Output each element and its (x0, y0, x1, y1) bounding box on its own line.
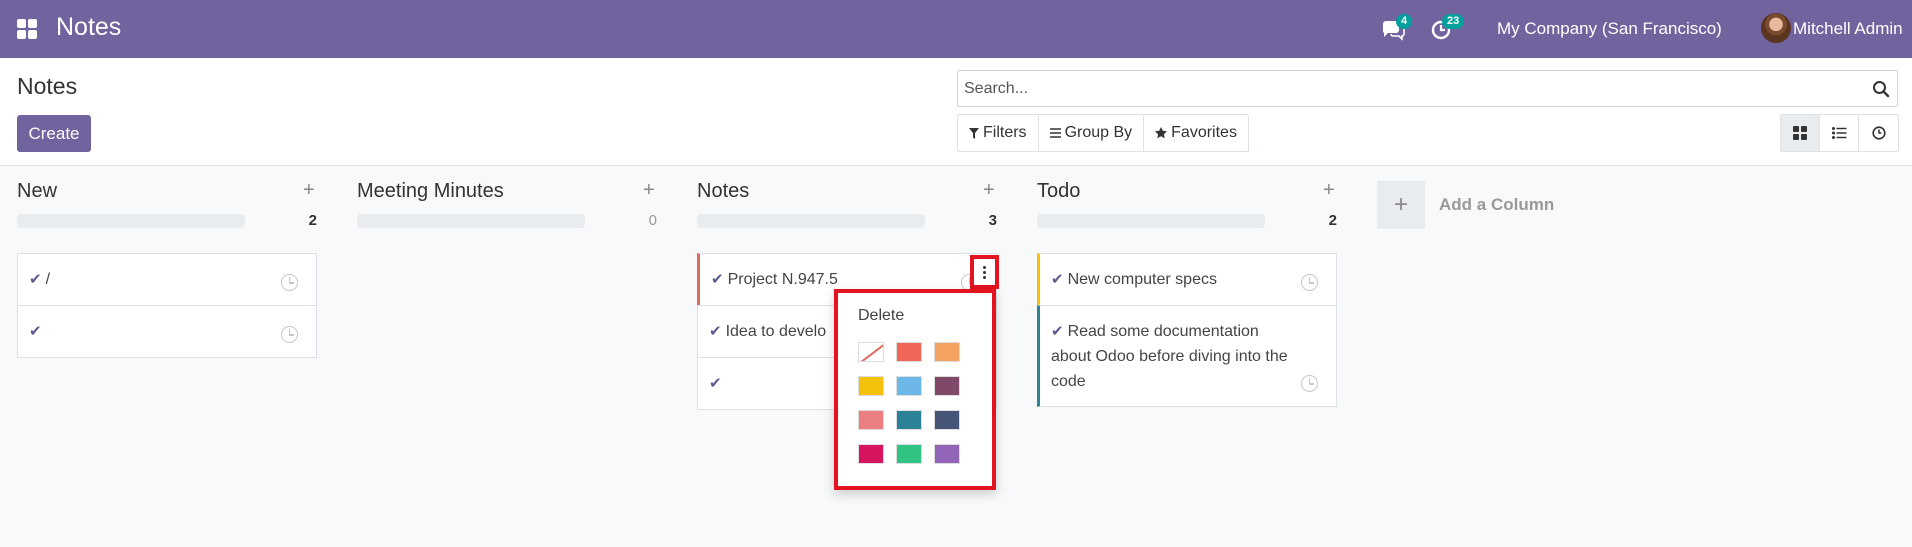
app-title[interactable]: Notes (56, 13, 121, 42)
card-title: / (45, 271, 51, 288)
card-options-toggle[interactable] (970, 255, 999, 289)
view-switcher (1780, 114, 1899, 152)
column-title: Notes (697, 180, 750, 202)
activity-clock-icon[interactable] (281, 274, 298, 291)
color-swatch[interactable] (896, 444, 922, 464)
activity-view-button[interactable] (1859, 115, 1898, 151)
create-button[interactable]: Create (17, 115, 91, 152)
filters-button[interactable]: Filters (958, 115, 1039, 151)
column-quick-create-button[interactable]: + (303, 179, 315, 202)
column-count: 3 (988, 212, 997, 229)
app-menu-icon[interactable] (17, 19, 37, 39)
column-progress-bar[interactable] (357, 214, 585, 228)
kanban-card[interactable]: ✔ / (17, 253, 317, 306)
color-swatch[interactable] (858, 376, 884, 396)
card-options-dropdown: Delete (834, 289, 996, 490)
column-title: Todo (1037, 180, 1081, 202)
column-title: New (17, 180, 58, 202)
color-swatch[interactable] (896, 410, 922, 430)
color-swatch[interactable] (858, 410, 884, 430)
color-picker (858, 342, 960, 464)
company-switcher[interactable]: My Company (San Francisco) (1497, 19, 1722, 39)
top-navbar: Notes 4 23 My Company (San Francisco) Mi… (0, 0, 1912, 58)
check-icon[interactable]: ✔ (709, 375, 722, 392)
activity-clock-icon[interactable] (1301, 274, 1318, 291)
favorites-button[interactable]: Favorites (1144, 115, 1248, 151)
check-icon[interactable]: ✔ (711, 271, 724, 288)
messages-badge: 4 (1396, 14, 1413, 29)
user-avatar[interactable] (1761, 13, 1791, 43)
activity-clock-icon[interactable] (281, 326, 298, 343)
clock-icon (1871, 126, 1886, 140)
column-count: 2 (1328, 212, 1337, 229)
card-title: Read some documentation about Odoo befor… (1051, 323, 1288, 390)
kanban-card[interactable]: ✔ Read some documentation about Odoo befo… (1037, 305, 1337, 407)
search-input[interactable] (964, 73, 1864, 104)
add-column-label: Add a Column (1439, 195, 1555, 214)
star-icon (1155, 127, 1168, 139)
search-bar[interactable] (957, 70, 1898, 107)
color-swatch[interactable] (934, 444, 960, 464)
bars-icon (1049, 128, 1061, 138)
column-progress-bar[interactable] (17, 214, 245, 228)
check-icon[interactable]: ✔ (1051, 323, 1064, 340)
dot-icon (983, 265, 986, 269)
search-options: Filters Group By Favorites (957, 114, 1249, 152)
column-progress-bar[interactable] (697, 214, 925, 228)
column-cards: ✔ / ✔ (17, 253, 317, 358)
color-swatch[interactable] (934, 410, 960, 430)
filter-icon (969, 127, 979, 139)
kanban-view-button[interactable] (1781, 115, 1820, 151)
column-cards: ✔ New computer specs ✔ Read some documenta… (1037, 253, 1337, 407)
dot-icon (983, 275, 986, 279)
filters-label: Filters (983, 124, 1027, 141)
column-count: 0 (648, 212, 657, 229)
color-swatch[interactable] (934, 342, 960, 362)
list-view-button[interactable] (1820, 115, 1859, 151)
check-icon[interactable]: ✔ (29, 323, 42, 340)
column-title: Meeting Minutes (357, 180, 504, 202)
kanban-card[interactable]: ✔ New computer specs (1037, 253, 1337, 306)
list-icon (1831, 127, 1846, 139)
kanban-grid-icon (1793, 126, 1807, 140)
search-icon[interactable] (1872, 80, 1890, 98)
column-count: 2 (308, 212, 317, 229)
card-title: Idea to develo (725, 323, 827, 340)
color-swatch[interactable] (934, 376, 960, 396)
messages-icon[interactable]: 4 (1380, 14, 1413, 41)
page-title: Notes (17, 73, 78, 99)
color-swatch-none[interactable] (858, 342, 884, 362)
group-by-button[interactable]: Group By (1039, 115, 1145, 151)
column-progress-bar[interactable] (1037, 214, 1265, 228)
plus-icon: + (1377, 181, 1425, 229)
color-swatch[interactable] (896, 376, 922, 396)
color-swatch[interactable] (896, 342, 922, 362)
check-icon[interactable]: ✔ (709, 323, 722, 340)
card-title: New computer specs (1067, 271, 1217, 288)
user-menu[interactable]: Mitchell Admin (1793, 19, 1903, 39)
check-icon[interactable]: ✔ (1051, 271, 1064, 288)
add-column-button[interactable]: + Add a Column (1377, 181, 1554, 229)
activities-clock-icon[interactable]: 23 (1430, 14, 1465, 42)
dot-icon (983, 270, 986, 274)
delete-menu-item[interactable]: Delete (858, 307, 904, 325)
column-quick-create-button[interactable]: + (643, 179, 655, 202)
check-icon[interactable]: ✔ (29, 271, 42, 288)
activity-clock-icon[interactable] (1301, 375, 1318, 392)
favorites-label: Favorites (1171, 124, 1237, 141)
column-quick-create-button[interactable]: + (983, 179, 995, 202)
activities-badge: 23 (1442, 14, 1465, 29)
column-quick-create-button[interactable]: + (1323, 179, 1335, 202)
card-title: Project N.947.5 (727, 271, 838, 288)
kanban-card[interactable]: ✔ (17, 305, 317, 358)
group-by-label: Group By (1064, 124, 1133, 141)
control-panel: Notes Create Filters Group By Favorites (0, 58, 1912, 166)
color-swatch[interactable] (858, 444, 884, 464)
